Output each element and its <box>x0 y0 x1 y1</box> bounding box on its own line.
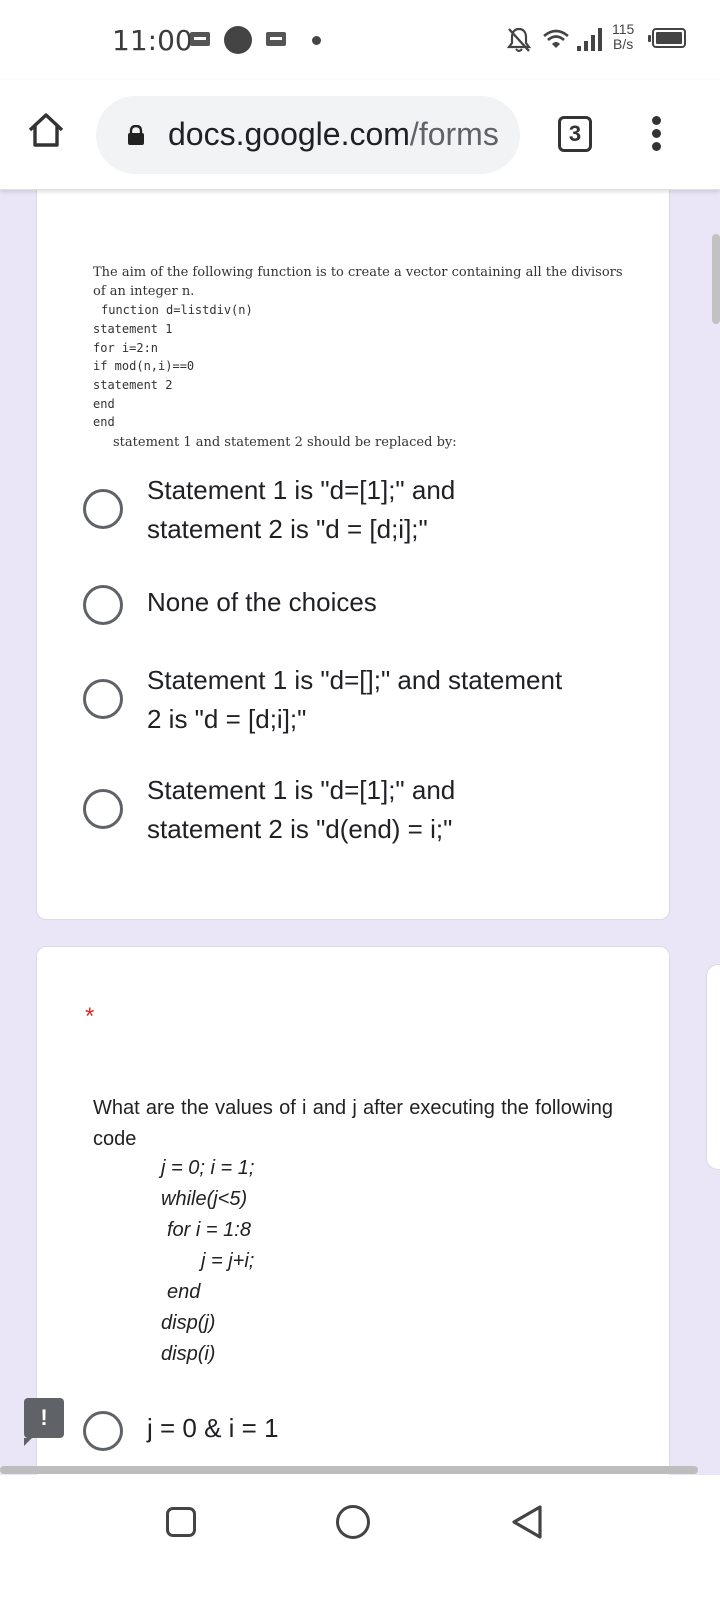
option-label-line: Statement 1 is "d=[1];" and <box>147 775 456 805</box>
bell-off-icon <box>506 27 532 52</box>
answer-option[interactable]: Statement 1 is "d=[1];" and statement 2 … <box>83 771 643 849</box>
wifi-icon <box>543 29 569 48</box>
dot-icon <box>312 36 321 45</box>
question-card-1: The aim of the following function is to … <box>36 190 670 920</box>
radio-button[interactable] <box>83 1411 123 1451</box>
code-line: for i=2:n <box>93 341 159 355</box>
signal-icon <box>577 28 602 51</box>
back-button[interactable] <box>508 1503 544 1541</box>
clock: 11:00 <box>112 24 193 57</box>
lock-icon <box>128 125 144 145</box>
message-icon <box>190 32 210 46</box>
url-path: /forms <box>409 116 499 152</box>
code-line: j = 0; i = 1; <box>161 1157 255 1179</box>
system-nav-bar <box>0 1475 720 1600</box>
code-line: function d=listdiv(n) <box>101 303 253 317</box>
option-label: j = 0 & i = 1 <box>147 1413 279 1443</box>
question-card-2: * What are the values of i and j after e… <box>36 946 670 1475</box>
home-icon[interactable] <box>26 110 66 150</box>
url-text: docs.google.com/forms <box>168 116 499 153</box>
side-panel-tab[interactable] <box>706 964 720 1170</box>
option-label-line: Statement 1 is "d=[1];" and <box>147 475 456 505</box>
code-line: if mod(n,i)==0 <box>93 359 195 373</box>
code-line: while(j<5) <box>161 1188 248 1210</box>
code-line: statement 2 <box>93 378 173 392</box>
feedback-button[interactable]: ! <box>24 1398 64 1446</box>
recent-apps-button[interactable] <box>166 1507 196 1537</box>
radio-button[interactable] <box>83 679 123 719</box>
answer-option[interactable]: j = 0 & i = 1 <box>83 1407 643 1451</box>
more-menu-icon[interactable] <box>650 116 662 156</box>
net-speed-value: 115 <box>612 21 635 37</box>
net-speed-unit: B/s <box>613 36 634 52</box>
option-label-line: statement 2 is "d = [d;i];" <box>147 514 428 544</box>
url-domain: docs.google.com <box>168 116 410 152</box>
battery-icon <box>648 28 686 48</box>
answer-option[interactable]: Statement 1 is "d=[];" and statement 2 i… <box>83 661 643 739</box>
option-label-line: statement 2 is "d(end) = i;" <box>147 814 453 844</box>
browser-toolbar: docs.google.com/forms 3 <box>0 80 720 190</box>
code-line: end <box>93 415 115 429</box>
vertical-scrollbar[interactable] <box>712 234 720 324</box>
code-line: j = j+i; <box>201 1250 255 1272</box>
code-line: end <box>93 397 115 411</box>
circle-icon <box>224 26 252 54</box>
radio-button[interactable] <box>83 585 123 625</box>
answer-option[interactable]: Statement 1 is "d=[1];" and statement 2 … <box>83 471 643 549</box>
message-icon <box>266 32 286 46</box>
home-button[interactable] <box>336 1505 370 1539</box>
option-label-line: Statement 1 is "d=[];" and statement <box>147 665 563 695</box>
question-1-prompt: statement 1 and statement 2 should be re… <box>113 435 457 450</box>
radio-button[interactable] <box>83 489 123 529</box>
option-label: Statement 1 is "d=[1];" and statement 2 … <box>147 771 455 849</box>
required-mark: * <box>85 1003 95 1030</box>
code-line: statement 1 <box>93 322 173 336</box>
question-1-intro: The aim of the following function is to … <box>93 263 623 301</box>
radio-button[interactable] <box>83 789 123 829</box>
code-line: disp(i) <box>161 1343 216 1365</box>
status-bar: 11:00 115 B/s <box>0 0 720 80</box>
code-line: disp(j) <box>161 1312 216 1334</box>
option-label-line: 2 is "d = [d;i];" <box>147 704 307 734</box>
option-label: Statement 1 is "d=[1];" and statement 2 … <box>147 471 455 549</box>
option-label: None of the choices <box>147 587 377 617</box>
option-label: Statement 1 is "d=[];" and statement 2 i… <box>147 661 562 739</box>
form-page: The aim of the following function is to … <box>0 190 720 1475</box>
code-line: end <box>167 1281 201 1303</box>
address-bar[interactable]: docs.google.com/forms <box>96 96 520 174</box>
tab-switcher-button[interactable]: 3 <box>558 116 592 152</box>
code-line: for i = 1:8 <box>167 1219 251 1241</box>
horizontal-scrollbar[interactable] <box>0 1466 698 1474</box>
answer-option[interactable]: None of the choices <box>83 583 643 625</box>
question-1-intro-line: The aim of the following function is to … <box>93 265 623 280</box>
net-speed: 115 B/s <box>612 22 634 52</box>
question-2-text: What are the values of i and j after exe… <box>93 1097 613 1150</box>
question-1-intro-line: of an integer n. <box>93 284 195 299</box>
